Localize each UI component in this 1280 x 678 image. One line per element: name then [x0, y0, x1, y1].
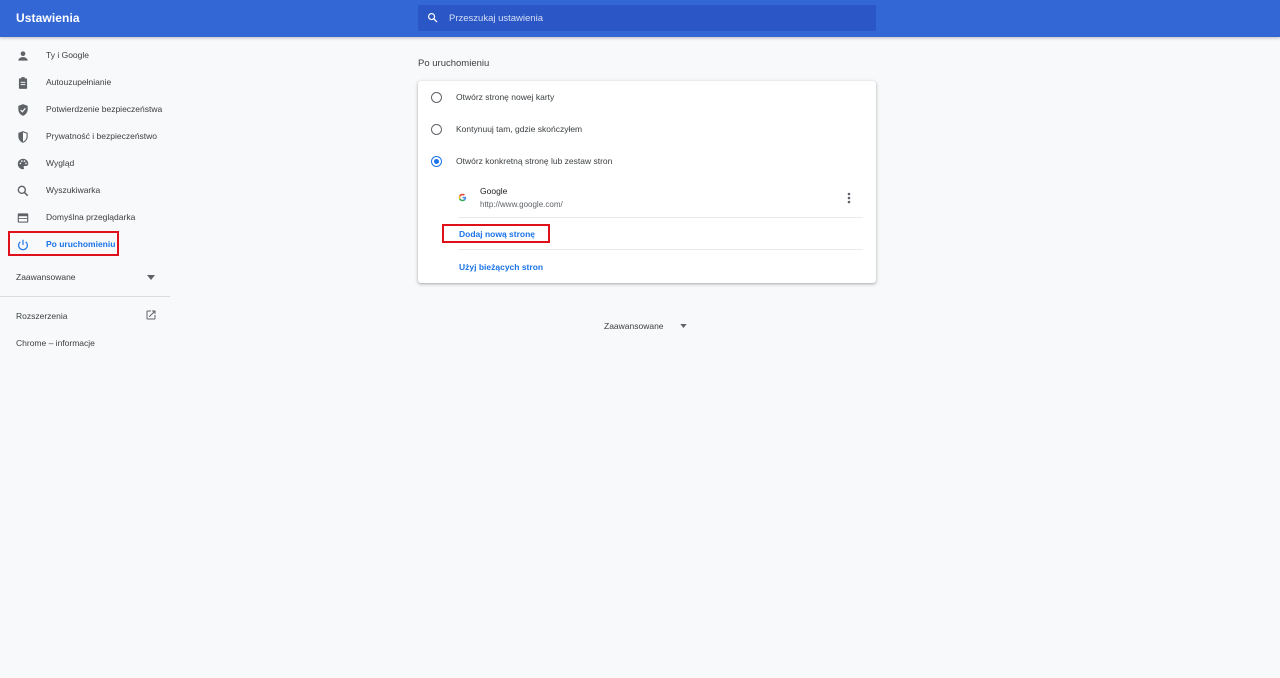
radio-label: Kontynuuj tam, gdzie skończyłem [456, 124, 583, 134]
sidebar-item-safety-check[interactable]: Potwierdzenie bezpieczeństwa [0, 97, 170, 123]
add-new-page-link[interactable]: Dodaj nową stronę [459, 229, 535, 239]
radio-button[interactable] [431, 92, 442, 103]
google-icon [458, 193, 467, 202]
sidebar-item-you-and-google[interactable]: Ty i Google [0, 43, 170, 69]
sidebar-item-label: Wyszukiwarka [46, 185, 101, 195]
sidebar-item-on-startup[interactable]: Po uruchomieniu [0, 232, 170, 258]
caret-down-icon[interactable] [680, 324, 687, 328]
browser-icon [17, 213, 29, 223]
sidebar-item-privacy[interactable]: Prywatność i bezpieczeństwo [0, 124, 170, 150]
sidebar-item-default-browser[interactable]: Domyślna przeglądarka [0, 205, 170, 231]
more-vert-icon[interactable] [844, 191, 854, 205]
radio-button-checked[interactable] [431, 156, 442, 167]
sidebar-advanced[interactable]: Zaawansowane [16, 272, 76, 282]
sidebar-extensions[interactable]: Rozszerzenia [16, 311, 68, 321]
radio-label: Otwórz konkretną stronę lub zestaw stron [456, 156, 613, 166]
radio-label: Otwórz stronę nowej karty [456, 92, 555, 102]
radio-option-specific-pages[interactable]: Otwórz konkretną stronę lub zestaw stron [418, 150, 876, 174]
advanced-toggle[interactable]: Zaawansowane [604, 321, 664, 331]
palette-icon [17, 158, 29, 170]
search-icon [17, 185, 29, 197]
divider [458, 249, 863, 250]
section-title: Po uruchomieniu [418, 58, 490, 69]
clipboard-icon [18, 77, 28, 89]
radio-button[interactable] [431, 124, 442, 135]
site-url: http://www.google.com/ [480, 200, 563, 209]
divider [0, 296, 170, 297]
sidebar-item-label: Domyślna przeglądarka [46, 212, 136, 222]
search-input[interactable] [449, 5, 859, 31]
sidebar-item-label: Po uruchomieniu [46, 239, 116, 249]
power-icon [18, 239, 28, 251]
shield-icon [18, 131, 28, 143]
open-in-new-icon[interactable] [145, 309, 157, 321]
site-name: Google [480, 186, 508, 196]
radio-option-continue[interactable]: Kontynuuj tam, gdzie skończyłem [418, 118, 876, 142]
sidebar-item-autofill[interactable]: Autouzupełnianie [0, 70, 170, 96]
startup-site-entry: Google http://www.google.com/ [442, 181, 862, 215]
sidebar-item-label: Ty i Google [46, 50, 89, 60]
sidebar-item-label: Potwierdzenie bezpieczeństwa [46, 104, 163, 114]
person-icon [18, 51, 28, 61]
sidebar-about-chrome[interactable]: Chrome – informacje [16, 338, 95, 348]
use-current-pages-link[interactable]: Użyj bieżących stron [459, 262, 543, 272]
caret-down-icon[interactable] [147, 275, 155, 280]
app-title: Ustawienia [16, 11, 80, 25]
radio-option-new-tab[interactable]: Otwórz stronę nowej karty [418, 86, 876, 110]
header-bar: Ustawienia [0, 0, 1280, 37]
sidebar-item-search-engine[interactable]: Wyszukiwarka [0, 178, 170, 204]
sidebar-item-label: Wygląd [46, 158, 75, 168]
sidebar-item-label: Prywatność i bezpieczeństwo [46, 131, 158, 141]
sidebar-item-label: Autouzupełnianie [46, 77, 112, 87]
search-box[interactable] [418, 5, 876, 31]
divider [458, 217, 863, 218]
search-icon [428, 13, 438, 23]
shield-check-icon [18, 104, 28, 116]
sidebar-item-appearance[interactable]: Wygląd [0, 151, 170, 177]
startup-card: Otwórz stronę nowej karty Kontynuuj tam,… [418, 81, 876, 283]
